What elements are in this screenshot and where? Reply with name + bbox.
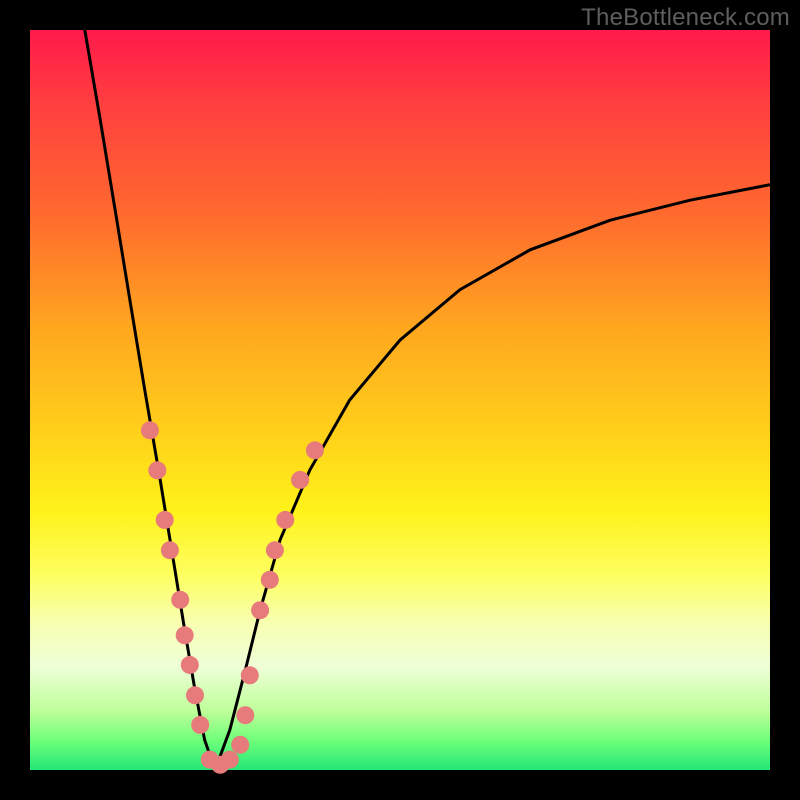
highlight-dot [148,461,166,479]
highlight-dot [186,686,204,704]
highlight-dot [251,601,269,619]
highlight-dot [156,511,174,529]
highlight-dot [231,736,249,754]
highlight-dot [306,441,324,459]
highlight-dot [236,706,254,724]
highlight-dot [261,571,279,589]
highlight-dot [191,716,209,734]
highlight-dot [221,751,239,769]
highlight-dot [291,471,309,489]
highlight-dot [171,591,189,609]
highlight-dot [181,656,199,674]
highlight-dot [266,541,284,559]
curve-layer [30,30,770,770]
highlight-dot [176,626,194,644]
plot-area [30,30,770,770]
highlight-dot [141,421,159,439]
highlight-dot [276,511,294,529]
highlight-dot [241,666,259,684]
highlight-dot [161,541,179,559]
chart-frame: TheBottleneck.com [0,0,800,800]
watermark-text: TheBottleneck.com [581,4,790,32]
